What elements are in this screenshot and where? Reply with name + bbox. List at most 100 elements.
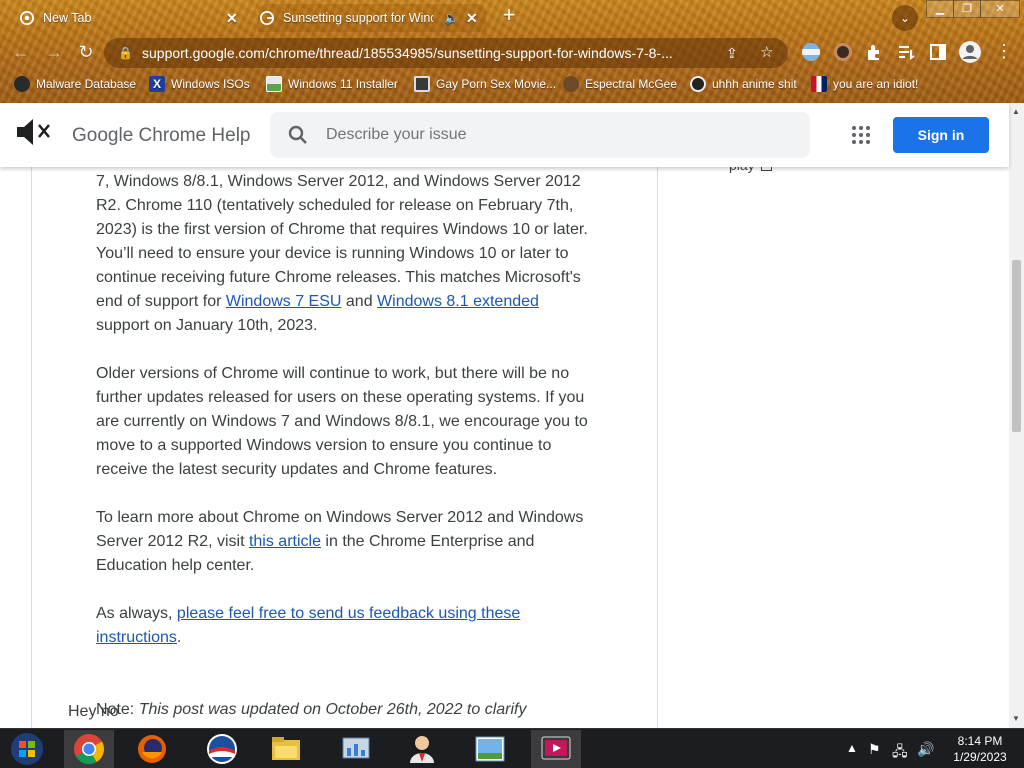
- photo-viewer-icon: [475, 736, 505, 762]
- arrow-right-icon: →: [45, 42, 63, 62]
- bookmark-you-are-an-idiot[interactable]: you are an idiot!: [811, 74, 918, 94]
- bug-icon: [14, 76, 30, 92]
- flag-icon: [811, 76, 827, 92]
- sign-in-button[interactable]: Sign in: [893, 117, 989, 153]
- windows-start-icon: [11, 733, 43, 765]
- new-tab-button[interactable]: +: [498, 4, 520, 27]
- tab-title: Sunsetting support for Windows: [283, 11, 433, 25]
- bookmark-espectral-mcgee[interactable]: Espectral McGee: [563, 74, 677, 94]
- google-favicon-icon: [260, 11, 274, 25]
- article-body: 7, Windows 8/8.1, Windows Server 2012, a…: [96, 170, 596, 674]
- bookmark-windows-isos[interactable]: X Windows ISOs: [149, 74, 250, 94]
- bookmark-label: Windows ISOs: [171, 77, 250, 91]
- bookmark-label: Malware Database: [36, 77, 137, 91]
- character-face-icon: [563, 76, 579, 92]
- forward-button[interactable]: →: [44, 42, 64, 62]
- arrow-left-icon: ←: [12, 42, 30, 62]
- url-text: support.google.com/chrome/thread/1855349…: [142, 45, 673, 61]
- bookmark-anime[interactable]: uhhh anime shit: [690, 74, 797, 94]
- page-viewport: Google Chrome Help Sign in play 7, Windo…: [0, 103, 1024, 728]
- obama-logo-icon: [207, 734, 237, 764]
- tab-title: New Tab: [43, 11, 92, 25]
- google-apps-icon[interactable]: [852, 126, 870, 144]
- show-hidden-icons[interactable]: ▲: [846, 741, 858, 768]
- overlay-text: Hey no: [68, 703, 119, 720]
- volume-icon[interactable]: 🔊: [917, 741, 934, 768]
- page-scrollbar[interactable]: ▲ ▼: [1009, 103, 1024, 728]
- bookmark-gay-porn-sex-movie[interactable]: Gay Porn Sex Movie...: [414, 74, 556, 94]
- paragraph-support-end: 7, Windows 8/8.1, Windows Server 2012, a…: [96, 173, 588, 334]
- side-panel-icon[interactable]: [929, 43, 947, 61]
- taskbar-user-app[interactable]: [397, 730, 447, 768]
- bookmark-label: uhhh anime shit: [712, 77, 797, 91]
- close-window-button[interactable]: ✕: [980, 0, 1020, 18]
- extensions-puzzle-icon[interactable]: [865, 43, 883, 61]
- network-icon[interactable]: 🖧: [892, 741, 908, 768]
- close-tab-icon[interactable]: ✕: [226, 10, 238, 27]
- close-tab-icon[interactable]: ✕: [466, 10, 478, 27]
- paragraph-older-versions: Older versions of Chrome will continue t…: [96, 365, 588, 478]
- profile-avatar-icon[interactable]: [959, 41, 981, 63]
- this-article-link[interactable]: this article: [249, 533, 321, 550]
- site-header: Google Chrome Help Sign in: [0, 103, 1009, 167]
- bookmark-label: Windows 11 Installer: [288, 77, 398, 91]
- media-player-icon: [541, 736, 571, 760]
- image-icon: [266, 76, 282, 92]
- taskbar-firefox[interactable]: [127, 730, 177, 768]
- taskbar-chrome[interactable]: [64, 730, 114, 768]
- scroll-up-icon[interactable]: ▲: [1012, 107, 1020, 116]
- note-text: This post was updated on October 26th, 2…: [138, 701, 527, 718]
- tab-search-button[interactable]: ⌄: [892, 5, 918, 31]
- taskbar-photo-viewer[interactable]: [465, 730, 515, 768]
- bookmark-windows-11-installer[interactable]: Windows 11 Installer: [266, 74, 398, 94]
- user-agent-icon: [410, 736, 434, 763]
- tab-audio-icon[interactable]: 🔈: [444, 11, 459, 25]
- bookmark-star-icon[interactable]: ☆: [760, 38, 773, 68]
- bookmark-label: Gay Porn Sex Movie...: [436, 77, 557, 91]
- paragraph-learn-more: To learn more about Chrome on Windows Se…: [96, 509, 584, 574]
- chevron-down-icon: ⌄: [899, 11, 911, 25]
- back-button[interactable]: ←: [11, 42, 31, 62]
- browser-chrome: New Tab ✕ Sunsetting support for Windows…: [0, 0, 1024, 103]
- reload-button[interactable]: ↻: [76, 42, 96, 62]
- start-button[interactable]: [2, 730, 52, 768]
- tab-sunsetting-support[interactable]: Sunsetting support for Windows 🔈 ✕: [258, 4, 486, 32]
- reload-icon: ↻: [78, 42, 94, 62]
- muted-speaker-icon[interactable]: [14, 115, 54, 149]
- extension-avatar-icon[interactable]: [834, 43, 852, 61]
- scrollbar-thumb[interactable]: [1012, 260, 1021, 432]
- chrome-favicon-icon: [20, 11, 34, 25]
- address-bar[interactable]: 🔒 support.google.com/chrome/thread/18553…: [104, 38, 788, 68]
- site-brand[interactable]: Google Chrome Help: [72, 125, 250, 147]
- maximize-button[interactable]: ❐: [953, 0, 981, 18]
- clock-date: 1/29/2023: [953, 750, 1007, 764]
- bookmark-malware-database[interactable]: Malware Database: [14, 74, 136, 94]
- search-input[interactable]: [326, 112, 796, 158]
- flag-notification-icon[interactable]: ⚑: [868, 741, 881, 768]
- file-explorer-icon: [272, 737, 300, 760]
- system-clock[interactable]: 8:14 PM 1/29/2023: [945, 733, 1015, 765]
- taskbar-control-panel[interactable]: [331, 730, 381, 768]
- bookmark-label: Espectral McGee: [585, 77, 678, 91]
- kebab-menu-icon[interactable]: ⋮: [995, 41, 1013, 61]
- tab-new-tab[interactable]: New Tab ✕: [20, 4, 246, 32]
- media-controls-icon[interactable]: [897, 43, 915, 61]
- help-search-box[interactable]: [270, 112, 810, 158]
- clock-time: 8:14 PM: [957, 734, 1003, 748]
- taskbar-media-player[interactable]: [531, 730, 581, 768]
- tab-strip: New Tab ✕ Sunsetting support for Windows…: [0, 0, 1024, 34]
- taskbar-file-explorer[interactable]: [261, 730, 311, 768]
- windows-7-esu-link[interactable]: Windows 7 ESU: [226, 293, 342, 310]
- windows-taskbar: ▲ ⚑ 🖧 🔊 8:14 PM 1/29/2023: [0, 728, 1024, 768]
- update-note: Note: This post was updated on October 2…: [96, 698, 596, 722]
- bookmark-label: you are an idiot!: [833, 77, 919, 91]
- scroll-down-icon[interactable]: ▼: [1012, 714, 1020, 723]
- firefox-icon: [138, 735, 166, 763]
- share-icon[interactable]: ⇪: [726, 38, 738, 68]
- taskbar-obama-app[interactable]: [197, 730, 247, 768]
- minimize-button[interactable]: ▁: [926, 0, 954, 18]
- windows-81-extended-link[interactable]: Windows 8.1 extended: [377, 293, 539, 310]
- bookmarks-bar: Malware Database X Windows ISOs Windows …: [0, 72, 1024, 96]
- extension-flag-icon[interactable]: [802, 43, 820, 61]
- x-logo-icon: X: [149, 76, 165, 92]
